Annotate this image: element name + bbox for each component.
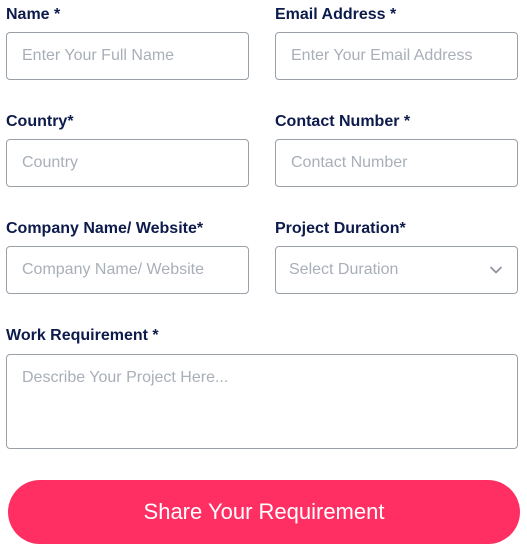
company-label: Company Name/ Website* bbox=[6, 220, 204, 237]
work-requirement-textarea[interactable] bbox=[6, 354, 518, 449]
name-label: Name * bbox=[6, 6, 61, 23]
country-input[interactable] bbox=[6, 139, 249, 187]
contact-number-label: Contact Number * bbox=[275, 113, 411, 130]
chevron-down-icon bbox=[489, 263, 503, 277]
share-requirement-button[interactable]: Share Your Requirement bbox=[8, 480, 520, 544]
project-duration-value: Select Duration bbox=[289, 261, 399, 278]
email-input[interactable] bbox=[275, 32, 518, 80]
work-requirement-label: Work Requirement * bbox=[6, 327, 159, 344]
project-duration-select[interactable]: Select Duration bbox=[275, 246, 518, 294]
project-duration-label: Project Duration* bbox=[275, 220, 406, 237]
contact-number-input[interactable] bbox=[275, 139, 518, 187]
email-label: Email Address * bbox=[275, 6, 397, 23]
name-input[interactable] bbox=[6, 32, 249, 80]
country-label: Country* bbox=[6, 113, 74, 130]
requirement-form: Name * Email Address * Country* Contact … bbox=[0, 0, 527, 551]
company-input[interactable] bbox=[6, 246, 249, 294]
